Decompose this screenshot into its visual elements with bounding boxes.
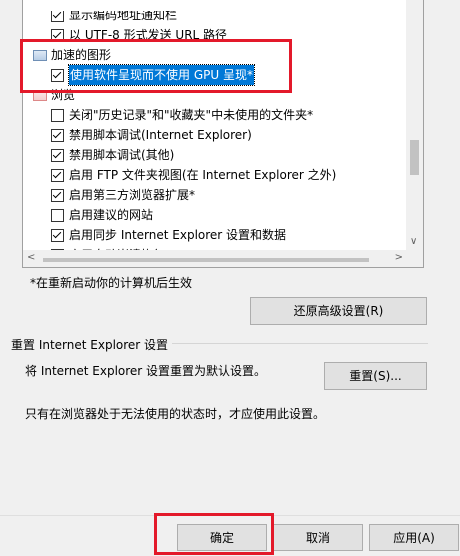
vertical-scroll-thumb[interactable] (410, 140, 419, 175)
list-item[interactable]: 禁用脚本调试(Internet Explorer) (51, 125, 401, 145)
section-divider (172, 343, 428, 344)
list-item[interactable]: 启用第三方浏览器扩展* (51, 185, 401, 205)
checkbox-checked[interactable] (51, 189, 64, 202)
chevron-right-icon[interactable]: > (395, 253, 403, 263)
list-item-label: 使用软件呈现而不使用 GPU 呈现* (68, 64, 255, 86)
reset-description: 将 Internet Explorer 设置重置为默认设置。 (25, 364, 267, 378)
list-item-label: 禁用脚本调试(其他) (69, 148, 175, 162)
list-item-label: 显示编码地址通知栏 (69, 8, 178, 22)
category-label: 浏览 (51, 88, 76, 102)
list-item[interactable]: 禁用脚本调试(其他) (51, 145, 401, 165)
checkbox-checked[interactable] (51, 11, 64, 22)
list-item[interactable]: 启用同步 Internet Explorer 设置和数据 (51, 225, 401, 245)
list-item-gpu-rendering[interactable]: 使用软件呈现而不使用 GPU 呈现* (51, 64, 391, 86)
category-label: 加速的图形 (51, 48, 112, 62)
checkbox-checked[interactable] (51, 29, 64, 42)
category-accelerated-graphics: 加速的图形 (33, 45, 373, 65)
cancel-button[interactable]: 取消 (273, 524, 363, 551)
list-item[interactable]: 关闭"历史记录"和"收藏夹"中未使用的文件夹* (51, 105, 401, 125)
category-browsing: 浏览 (33, 85, 373, 105)
list-item[interactable]: 显示编码地址通知栏 (51, 8, 391, 25)
horizontal-scroll-thumb[interactable] (43, 258, 369, 262)
list-item-label: 启用第三方浏览器扩展* (69, 188, 196, 202)
checkbox-checked[interactable] (51, 69, 64, 82)
list-item-label: 启用建议的网站 (69, 208, 154, 222)
list-item-label: 以 UTF-8 形式发送 URL 路径 (69, 28, 228, 42)
checkbox-checked[interactable] (51, 229, 64, 242)
checkbox-checked[interactable] (51, 149, 64, 162)
ie-advanced-settings-dialog: 显示编码地址通知栏 以 UTF-8 形式发送 URL 路径 加速的图形 使用软件… (0, 0, 460, 556)
list-item-label: 启用 FTP 文件夹视图(在 Internet Explorer 之外) (69, 168, 337, 182)
ok-button[interactable]: 确定 (177, 524, 267, 551)
checkbox-checked[interactable] (51, 169, 64, 182)
chevron-down-icon[interactable]: ∨ (410, 237, 417, 247)
horizontal-scrollbar[interactable]: < > (23, 250, 407, 267)
apply-button[interactable]: 应用(A) (369, 524, 459, 551)
folder-icon (33, 90, 47, 101)
list-item[interactable]: 启用建议的网站 (51, 205, 401, 225)
list-item-label: 启用同步 Internet Explorer 设置和数据 (69, 228, 287, 242)
list-item[interactable]: 启用 FTP 文件夹视图(在 Internet Explorer 之外) (51, 165, 401, 185)
list-item[interactable]: 以 UTF-8 形式发送 URL 路径 (51, 25, 391, 45)
vertical-scrollbar[interactable]: ∨ (406, 0, 423, 251)
scrollbar-corner (406, 250, 423, 267)
chevron-left-icon[interactable]: < (27, 253, 35, 263)
checkbox-checked[interactable] (51, 129, 64, 142)
restart-note: *在重新启动你的计算机后生效 (30, 276, 193, 290)
folder-icon (33, 50, 47, 61)
reset-warning: 只有在浏览器处于无法使用的状态时，才应使用此设置。 (25, 407, 326, 421)
list-item-label: 禁用脚本调试(Internet Explorer) (69, 128, 252, 142)
restore-advanced-settings-button[interactable]: 还原高级设置(R) (250, 297, 427, 325)
list-item-label: 关闭"历史记录"和"收藏夹"中未使用的文件夹* (69, 108, 314, 122)
checkbox-unchecked[interactable] (51, 209, 64, 222)
advanced-settings-list[interactable]: 显示编码地址通知栏 以 UTF-8 形式发送 URL 路径 加速的图形 使用软件… (22, 0, 424, 268)
checkbox-unchecked[interactable] (51, 109, 64, 122)
reset-button[interactable]: 重置(S)... (324, 362, 427, 390)
reset-section-title: 重置 Internet Explorer 设置 (11, 338, 169, 352)
